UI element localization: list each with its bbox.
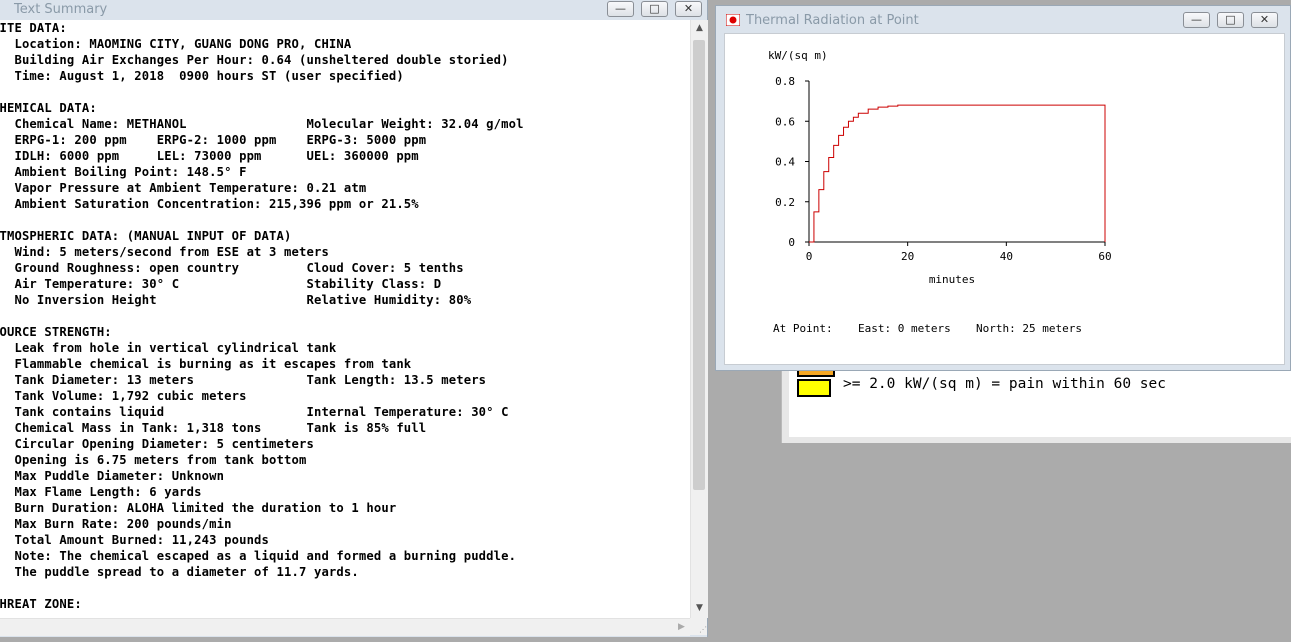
- y-tick-label: 0.2: [775, 196, 795, 209]
- summary-line: [0, 308, 524, 324]
- summary-line: Building Air Exchanges Per Hour: 0.64 (u…: [0, 53, 509, 67]
- summary-line: Flammable chemical is burning as it esca…: [0, 357, 412, 371]
- summary-line: Chemical Mass in Tank: 1,318 tons Tank i…: [0, 421, 427, 435]
- thermal-radiation-window: Thermal Radiation at Point — □ ✕ kW/(sq …: [715, 5, 1291, 371]
- x-tick-label: 60: [1098, 250, 1111, 263]
- summary-line: THREAT ZONE:: [0, 597, 82, 611]
- summary-line: Vapor Pressure at Ambient Temperature: 0…: [0, 181, 367, 195]
- vertical-scrollbar[interactable]: ▲ ▼: [690, 20, 708, 618]
- summary-line: IDLH: 6000 ppm LEL: 73000 ppm UEL: 36000…: [0, 149, 419, 163]
- window-title: Text Summary: [14, 2, 108, 17]
- scroll-down-arrow-icon[interactable]: ▼: [691, 600, 708, 617]
- close-button[interactable]: ✕: [675, 1, 702, 17]
- legend-label: >= 2.0 kW/(sq m) = pain within 60 sec: [843, 376, 1167, 392]
- summary-line: Total Amount Burned: 11,243 pounds: [0, 533, 270, 547]
- summary-line: Circular Opening Diameter: 5 centimeters: [0, 437, 314, 451]
- minimize-button[interactable]: —: [1183, 12, 1210, 28]
- at-point-label: At Point:: [773, 322, 833, 335]
- north-value: North: 25 meters: [976, 322, 1082, 335]
- summary-line: Leak from hole in vertical cylindrical t…: [0, 341, 337, 355]
- text-summary-window: Text Summary — □ ✕ SITE DATA: Location: …: [0, 0, 708, 637]
- minimize-button[interactable]: —: [607, 1, 634, 17]
- summary-line: Ambient Boiling Point: 148.5° F: [0, 165, 247, 179]
- series-line: [809, 104, 1106, 243]
- summary-line: SITE DATA:: [0, 21, 67, 35]
- x-tick-label: 20: [901, 250, 914, 263]
- summary-line: [0, 84, 524, 100]
- summary-line: Max Puddle Diameter: Unknown: [0, 469, 225, 483]
- y-tick-label: 0: [788, 236, 795, 249]
- y-axis-label: kW/(sq m): [768, 49, 828, 62]
- scroll-thumb[interactable]: [693, 40, 705, 490]
- x-tick-label: 40: [1000, 250, 1013, 263]
- window-title: Thermal Radiation at Point: [746, 13, 919, 28]
- summary-line: [0, 580, 524, 596]
- east-value: East: 0 meters: [858, 322, 951, 335]
- summary-text: SITE DATA: Location: MAOMING CITY, GUANG…: [0, 20, 524, 612]
- summary-line: Ambient Saturation Concentration: 215,39…: [0, 197, 419, 211]
- title-bar[interactable]: Text Summary — □ ✕: [0, 0, 707, 20]
- summary-line: Max Flame Length: 6 yards: [0, 485, 202, 499]
- summary-line: Tank Volume: 1,792 cubic meters: [0, 389, 247, 403]
- summary-line: Air Temperature: 30° C Stability Class: …: [0, 277, 442, 291]
- summary-line: The puddle spread to a diameter of 11.7 …: [0, 565, 359, 579]
- x-axis-label: minutes: [929, 273, 975, 286]
- aloha-app-icon: [726, 14, 740, 26]
- summary-line: Note: The chemical escaped as a liquid a…: [0, 549, 517, 563]
- summary-line: Location: MAOMING CITY, GUANG DONG PRO, …: [0, 37, 352, 51]
- summary-line: Wind: 5 meters/second from ESE at 3 mete…: [0, 245, 329, 259]
- chart-panel: kW/(sq m) minutes 0 0.2 0.4 0.6 0.8 0 20 40 60 A…: [724, 33, 1285, 365]
- y-tick-label: 0.6: [775, 115, 795, 128]
- summary-line: CHEMICAL DATA:: [0, 101, 97, 115]
- horizontal-scrollbar[interactable]: ▶: [0, 618, 690, 636]
- summary-line: Burn Duration: ALOHA limited the duratio…: [0, 501, 397, 515]
- resize-grip-icon[interactable]: ⋰: [690, 618, 707, 635]
- summary-line: ATMOSPHERIC DATA: (MANUAL INPUT OF DATA): [0, 229, 292, 243]
- legend-swatch-yellow: [797, 379, 831, 397]
- summary-line: [0, 212, 524, 228]
- chart-ticks: 0 0.2 0.4 0.6 0.8 0 20 40 60: [775, 75, 1112, 263]
- summary-text-area[interactable]: SITE DATA: Location: MAOMING CITY, GUANG…: [0, 20, 690, 618]
- thermal-radiation-chart: kW/(sq m) minutes 0 0.2 0.4 0.6 0.8 0 20 40 60 A…: [768, 49, 1112, 335]
- scroll-right-arrow-icon[interactable]: ▶: [673, 619, 690, 636]
- summary-line: Ground Roughness: open country Cloud Cov…: [0, 261, 464, 275]
- summary-line: Opening is 6.75 meters from tank bottom: [0, 453, 307, 467]
- close-button[interactable]: ✕: [1251, 12, 1278, 28]
- summary-line: Max Burn Rate: 200 pounds/min: [0, 517, 232, 531]
- title-bar[interactable]: Thermal Radiation at Point — □ ✕: [716, 6, 1290, 28]
- x-tick-label: 0: [806, 250, 813, 263]
- y-tick-label: 0.4: [775, 156, 795, 169]
- maximize-button[interactable]: □: [641, 1, 668, 17]
- y-tick-label: 0.8: [775, 75, 795, 88]
- summary-line: No Inversion Height Relative Humidity: 8…: [0, 293, 472, 307]
- scroll-up-arrow-icon[interactable]: ▲: [691, 20, 708, 37]
- summary-line: ERPG-1: 200 ppm ERPG-2: 1000 ppm ERPG-3:…: [0, 133, 427, 147]
- summary-line: Tank Diameter: 13 meters Tank Length: 13…: [0, 373, 487, 387]
- summary-line: Tank contains liquid Internal Temperatur…: [0, 405, 509, 419]
- maximize-button[interactable]: □: [1217, 12, 1244, 28]
- summary-line: SOURCE STRENGTH:: [0, 325, 112, 339]
- summary-line: Time: August 1, 2018 0900 hours ST (user…: [0, 69, 404, 83]
- summary-line: Chemical Name: METHANOL Molecular Weight…: [0, 117, 524, 131]
